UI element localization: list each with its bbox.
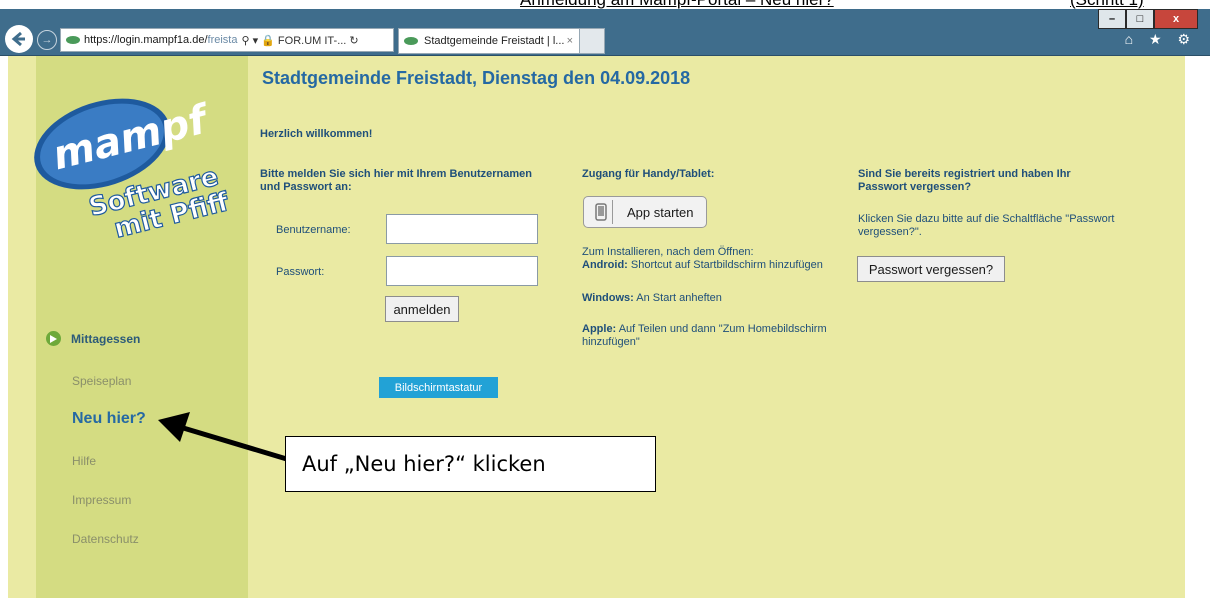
sidebar-item-label: Mittagessen <box>71 331 141 346</box>
android-label: Android: <box>582 259 628 271</box>
address-bar[interactable]: https://login.mampf1a.de/ freista ⚲ ▾ 🔒 … <box>60 28 394 52</box>
android-text: Shortcut auf Startbildschirm hinzufügen <box>630 259 823 271</box>
android-line: Android: Shortcut auf Startbildschirm hi… <box>582 259 823 272</box>
maximize-button[interactable]: □ <box>1126 9 1154 29</box>
tab-close-icon[interactable]: × <box>567 35 573 47</box>
app-start-label: App starten <box>627 204 694 220</box>
username-label: Benutzername: <box>276 224 351 236</box>
home-favorites-settings-icons[interactable]: ⌂ ★ ⚙ <box>1125 31 1196 48</box>
tab-stadtgemeinde[interactable]: Stadtgemeinde Freistadt | l... × <box>398 28 580 54</box>
screen-keyboard-button[interactable]: Bildschirmtastatur <box>379 377 498 398</box>
back-arrow-icon <box>11 31 25 47</box>
sidebar-item-mittagessen[interactable]: Mittagessen <box>46 331 140 346</box>
new-tab-button[interactable] <box>579 28 605 54</box>
forgot-password-button[interactable]: Passwort vergessen? <box>857 256 1005 282</box>
annotation-callout: Auf „Neu hier?“ klicken <box>285 436 656 492</box>
apple-line: Apple: Auf Teilen und dann "Zum Homebild… <box>582 323 827 336</box>
close-button[interactable]: x <box>1154 9 1198 29</box>
login-intro-line1: Bitte melden Sie sich hier mit Ihrem Ben… <box>260 168 533 180</box>
mampf-logo-icon: mampf Software mit Pfiff <box>34 96 230 245</box>
apple-text-line1: Auf Teilen und dann "Zum Homebildschirm <box>618 323 827 335</box>
password-field[interactable] <box>386 256 538 286</box>
document-title-strip: Anmeldung am Mampf-Portal – Neu hier? (S… <box>0 0 1210 9</box>
address-bar-tools[interactable]: ⚲ ▾ 🔒 FOR.UM IT-... ↻ <box>241 34 358 47</box>
login-intro-line2: und Passwort an: <box>260 181 352 193</box>
forgot-text-line1: Klicken Sie dazu bitte auf die Schaltflä… <box>858 213 1115 225</box>
frame-left <box>0 56 8 598</box>
forward-arrow-icon: → <box>41 34 53 46</box>
tab-favicon-icon <box>404 37 418 45</box>
welcome-text: Herzlich willkommen! <box>260 128 373 140</box>
forgot-heading-line1: Sind Sie bereits registriert und haben I… <box>858 168 1071 180</box>
tab-title: Stadtgemeinde Freistadt | l... <box>424 35 565 47</box>
windows-text: An Start anheften <box>636 292 722 304</box>
username-field[interactable] <box>386 214 538 244</box>
apple-label: Apple: <box>582 323 617 335</box>
install-note: Zum Installieren, nach dem Öffnen: <box>582 246 754 258</box>
page-content: mampf Software mit Pfiff Mittagessen Spe… <box>8 56 1185 598</box>
sidebar-item-neu-hier[interactable]: Neu hier? <box>72 410 146 428</box>
site-favicon-icon <box>66 36 80 44</box>
app-start-button[interactable]: App starten <box>583 196 707 228</box>
sidebar: mampf Software mit Pfiff Mittagessen Spe… <box>34 56 248 598</box>
sidebar-item-datenschutz[interactable]: Datenschutz <box>72 532 139 546</box>
minimize-button[interactable]: – <box>1098 9 1126 29</box>
sidebar-item-speiseplan[interactable]: Speiseplan <box>72 374 131 388</box>
windows-label: Windows: <box>582 292 634 304</box>
sidebar-item-hilfe[interactable]: Hilfe <box>72 454 96 468</box>
play-circle-icon <box>46 331 61 346</box>
password-label: Passwort: <box>276 266 325 278</box>
forgot-heading-line2: Passwort vergessen? <box>858 181 972 193</box>
windows-line: Windows: An Start anheften <box>582 292 722 305</box>
document-title: Anmeldung am Mampf-Portal – Neu hier? <box>520 0 834 9</box>
back-button[interactable] <box>5 25 33 53</box>
url-text-rest: freista <box>207 34 238 46</box>
mobile-heading: Zugang für Handy/Tablet: <box>582 168 715 180</box>
browser-chrome: – □ x → https://login.mampf1a.de/ freist… <box>0 9 1210 56</box>
sidebar-item-impressum[interactable]: Impressum <box>72 493 131 507</box>
forward-button[interactable]: → <box>37 30 57 50</box>
login-button[interactable]: anmelden <box>385 296 459 322</box>
document-title-extra: (Schritt 1) <box>1070 0 1144 9</box>
url-text: https://login.mampf1a.de/ <box>84 34 208 46</box>
page-title: Stadtgemeinde Freistadt, Dienstag den 04… <box>262 68 691 88</box>
phone-icon <box>590 200 613 224</box>
forgot-text-line2: vergessen?". <box>858 226 922 238</box>
window-controls: – □ x <box>1098 9 1198 29</box>
apple-text-line2: hinzufügen" <box>582 336 640 348</box>
frame-right <box>1185 56 1210 598</box>
